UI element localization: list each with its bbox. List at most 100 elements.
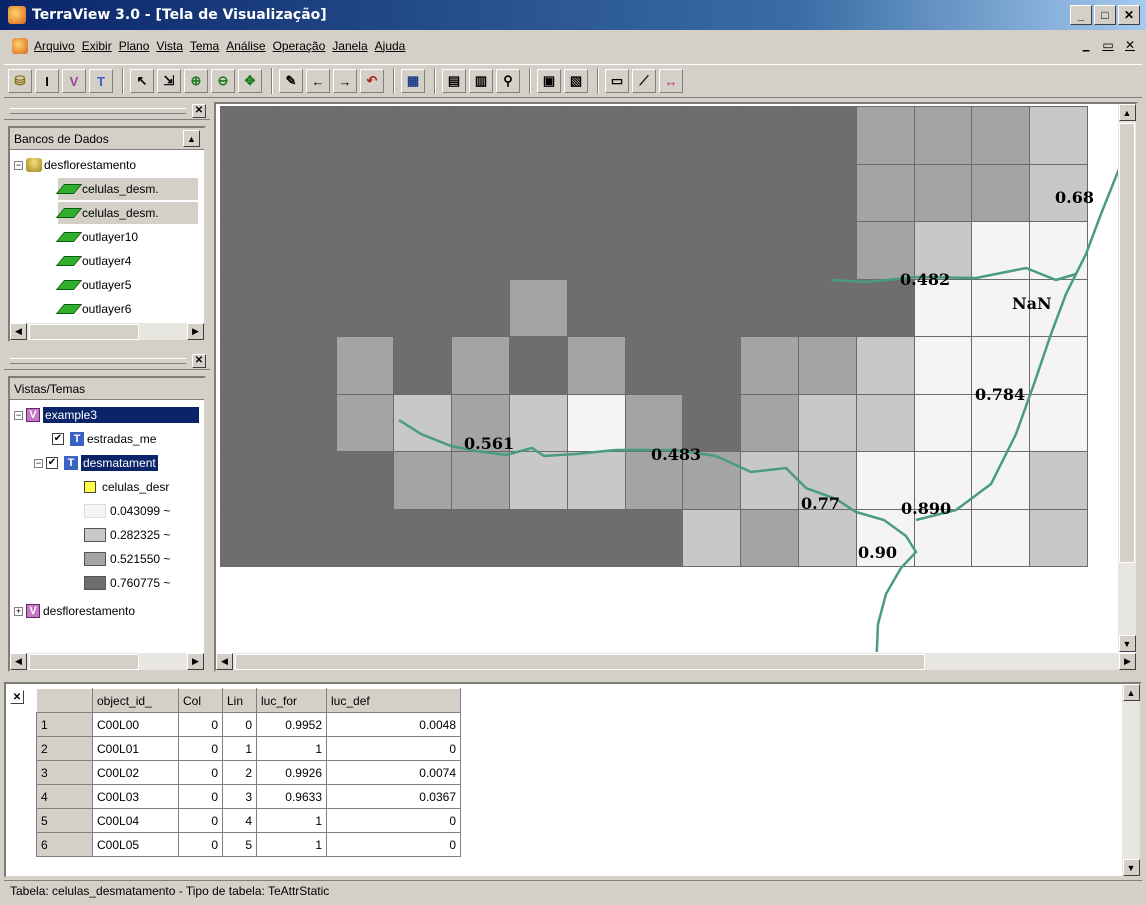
menu-tema[interactable]: Tema [190,39,219,53]
pan-icon[interactable]: ✥ [238,69,262,93]
column-header[interactable]: luc_for [256,688,327,713]
back-icon[interactable]: ← [306,69,330,93]
table-cell[interactable]: 1 [256,736,327,761]
maximize-button[interactable]: □ [1094,5,1116,25]
table-cell[interactable]: 1 [222,736,257,761]
table-cell[interactable]: 1 [256,832,327,857]
zoom-out-icon[interactable]: ⊖ [211,69,235,93]
tree-layer[interactable]: outlayer5 [55,274,131,296]
minimize-button[interactable]: _ [1070,5,1092,25]
table-cell[interactable]: 0 [178,712,223,737]
scroll-up-button[interactable]: ▲ [183,130,200,147]
query-icon[interactable]: ⚲ [496,69,520,93]
table-cell[interactable]: 4 [222,808,257,833]
graph-icon[interactable]: ▥ [469,69,493,93]
table-cell[interactable]: C00L03 [92,784,179,809]
row-number[interactable]: 1 [36,712,93,737]
table-cell[interactable]: 0 [222,712,257,737]
table-row[interactable]: 2 C00L01 0 1 1 0 [36,736,461,761]
row-number[interactable]: 3 [36,760,93,785]
views-panel-close-button[interactable]: ✕ [192,353,206,368]
table-cell[interactable]: 0.9633 [256,784,327,809]
undo-icon[interactable]: ↶ [360,69,384,93]
draw-icon[interactable]: ⟋ [632,69,656,93]
table-row[interactable]: 4 C00L03 0 3 0.9633 0.0367 [36,784,461,809]
table-cell[interactable]: 0.0048 [326,712,461,737]
edit-icon[interactable]: ✎ [279,69,303,93]
info-icon[interactable]: I [35,69,59,93]
tree-layer[interactable]: outlayer10 [55,226,138,248]
scroll-left-button[interactable]: ◀ [10,653,27,670]
menu-exibir[interactable]: Exibir [82,39,112,53]
visibility-checkbox[interactable]: ✔ [52,433,64,445]
table-cell[interactable]: 0 [178,808,223,833]
table-cell[interactable]: 0 [178,760,223,785]
menu-plano[interactable]: Plano [119,39,150,53]
theme-icon[interactable]: T [89,69,113,93]
view-icon[interactable]: V [62,69,86,93]
zoom-in-icon[interactable]: ⊕ [184,69,208,93]
table-close-button[interactable]: ✕ [10,690,24,704]
scroll-left-button[interactable]: ◀ [216,653,233,670]
column-header[interactable]: object_id_ [92,688,179,713]
tree-theme-desmatamento[interactable]: − ✔ Tdesmatament [34,452,158,474]
table-cell[interactable]: 2 [222,760,257,785]
table-row[interactable]: 3 C00L02 0 2 0.9926 0.0074 [36,760,461,785]
table-cell[interactable]: 0 [326,808,461,833]
table-cell[interactable]: 0 [178,736,223,761]
scroll-down-button[interactable]: ▼ [1118,635,1136,652]
column-header[interactable]: Col [178,688,223,713]
scroll-right-button[interactable]: ▶ [1119,653,1136,670]
tree-view-desflorestamento[interactable]: + Vdesflorestamento [14,600,135,622]
screen-icon[interactable]: ▣ [537,69,561,93]
row-number[interactable]: 4 [36,784,93,809]
measure-icon[interactable]: ↔ [659,69,683,93]
scroll-down-button[interactable]: ▼ [1122,859,1140,876]
table-vscroll[interactable]: ▲ ▼ [1122,684,1140,876]
table-row[interactable]: 1 C00L00 0 0 0.9952 0.0048 [36,712,461,737]
tree-layer[interactable]: outlayer4 [55,250,131,272]
row-number[interactable]: 2 [36,736,93,761]
menu-vista[interactable]: Vista [156,39,182,53]
table-row[interactable]: 5 C00L04 0 4 1 0 [36,808,461,833]
table-cell[interactable]: C00L01 [92,736,179,761]
mdi-close-button[interactable]: ✕ [1120,36,1140,54]
legend-icon[interactable]: ▤ [442,69,466,93]
mdi-minimize-button[interactable]: _ [1076,36,1096,54]
pointer-icon[interactable]: ↖ [130,69,154,93]
menu-ajuda[interactable]: Ajuda [375,39,406,53]
table-cell[interactable]: 0 [326,832,461,857]
table-cell[interactable]: 0.0367 [326,784,461,809]
tree-view-example3[interactable]: − Vexample3 [14,404,199,426]
map-vscroll[interactable]: ▲ ▼ [1118,104,1136,652]
row-number[interactable]: 6 [36,832,93,857]
table-cell[interactable]: 0 [178,832,223,857]
table-cell[interactable]: C00L00 [92,712,179,737]
document-icon[interactable] [12,38,28,54]
tree-layer[interactable]: celulas_desm. [55,178,198,200]
row-number[interactable]: 5 [36,808,93,833]
scroll-left-button[interactable]: ◀ [10,323,27,340]
menu-arquivo[interactable]: Arquivo [34,39,75,53]
scroll-right-button[interactable]: ▶ [187,653,204,670]
scroll-up-button[interactable]: ▲ [1118,104,1136,121]
tree-layer[interactable]: outlayer6 [55,298,131,320]
table-cell[interactable]: C00L04 [92,808,179,833]
views-hscroll[interactable]: ◀ ▶ [10,652,204,670]
table-cell[interactable]: C00L02 [92,760,179,785]
map-hscroll[interactable]: ◀ ▶ [216,652,1136,670]
table-row[interactable]: 6 C00L05 0 5 1 0 [36,832,461,857]
tree-db-root[interactable]: − desflorestamento [14,154,136,176]
menu-operacao[interactable]: Operação [273,39,326,53]
menu-janela[interactable]: Janela [332,39,367,53]
tree-layer[interactable]: celulas_desm. [55,202,198,224]
close-button[interactable]: ✕ [1118,5,1140,25]
database-icon[interactable]: ⛁ [8,69,32,93]
table-cell[interactable]: 3 [222,784,257,809]
column-header[interactable]: Lin [222,688,257,713]
table-cell[interactable]: 5 [222,832,257,857]
mdi-restore-button[interactable]: ▭ [1098,36,1118,54]
column-header[interactable]: luc_def [326,688,461,713]
tree-theme-estradas[interactable]: ✔ Testradas_me [52,428,156,450]
table-cell[interactable]: 1 [256,808,327,833]
